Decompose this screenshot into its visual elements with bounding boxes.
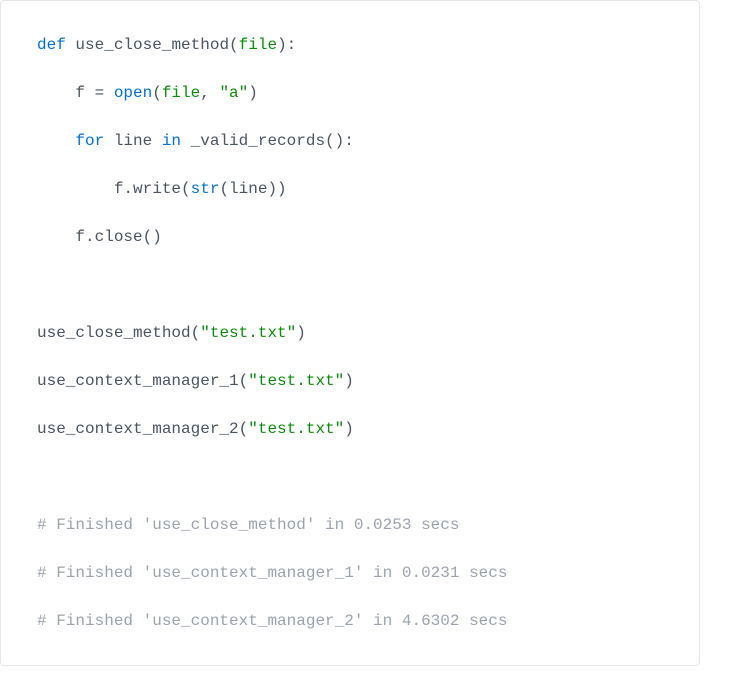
code-token: file bbox=[162, 84, 200, 102]
code-block[interactable]: def use_close_method(file): f = open(fil… bbox=[1, 1, 699, 665]
code-token: ( bbox=[152, 84, 162, 102]
code-token: use_context_manager_1 bbox=[37, 372, 239, 390]
code-token: file bbox=[239, 36, 277, 54]
code-token: # Finished 'use_context_manager_1' in 0.… bbox=[37, 564, 507, 582]
code-token: "test.txt" bbox=[248, 420, 344, 438]
code-token: def bbox=[37, 36, 66, 54]
code-token: ) bbox=[296, 324, 306, 342]
code-token: ): bbox=[277, 36, 296, 54]
code-token: f = bbox=[37, 84, 114, 102]
code-token: str bbox=[191, 180, 220, 198]
code-token: line bbox=[104, 132, 162, 150]
code-token: ) bbox=[344, 420, 354, 438]
code-token: "a" bbox=[219, 84, 248, 102]
code-token: for bbox=[75, 132, 104, 150]
code-token: ( bbox=[229, 36, 239, 54]
code-token: , bbox=[200, 84, 219, 102]
code-token: _valid_records(): bbox=[181, 132, 354, 150]
code-token: ( bbox=[191, 324, 201, 342]
code-block-container: def use_close_method(file): f = open(fil… bbox=[0, 0, 700, 666]
code-token: f.close() bbox=[37, 228, 162, 246]
code-content: def use_close_method(file): f = open(fil… bbox=[37, 36, 507, 630]
code-token: (line)) bbox=[219, 180, 286, 198]
code-token: in bbox=[162, 132, 181, 150]
code-token: ( bbox=[239, 372, 249, 390]
code-token bbox=[37, 132, 75, 150]
code-token: open bbox=[114, 84, 152, 102]
code-token bbox=[66, 36, 76, 54]
code-token: ) bbox=[344, 372, 354, 390]
code-token: use_close_method bbox=[75, 36, 229, 54]
code-token: f.write( bbox=[37, 180, 191, 198]
code-token: use_context_manager_2 bbox=[37, 420, 239, 438]
code-token: "test.txt" bbox=[248, 372, 344, 390]
code-token: use_close_method bbox=[37, 324, 191, 342]
code-token: # Finished 'use_close_method' in 0.0253 … bbox=[37, 516, 459, 534]
code-token: ) bbox=[248, 84, 258, 102]
code-token: # Finished 'use_context_manager_2' in 4.… bbox=[37, 612, 507, 630]
code-token: ( bbox=[239, 420, 249, 438]
code-token: "test.txt" bbox=[200, 324, 296, 342]
